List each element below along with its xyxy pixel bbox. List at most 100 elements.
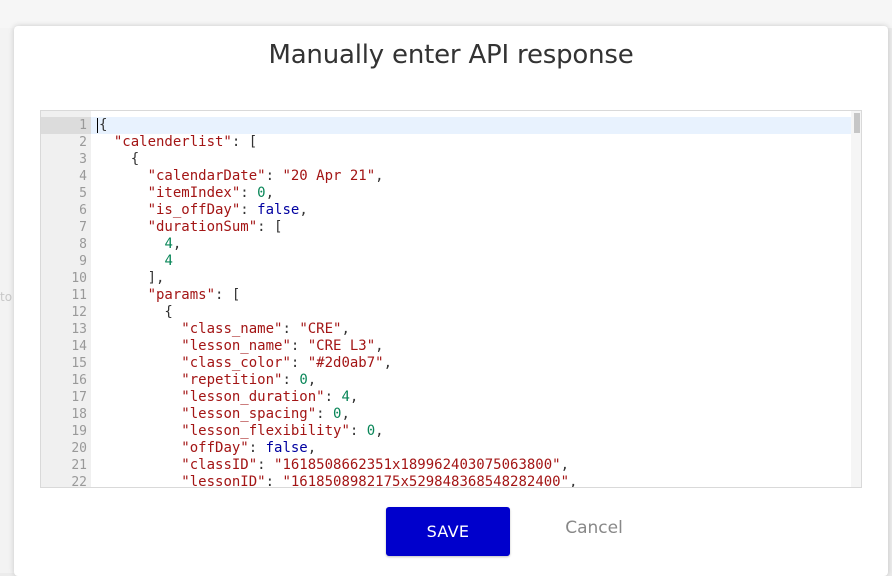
code-line[interactable]: 14 "lesson_name": "CRE L3", xyxy=(41,338,853,355)
code-line[interactable]: 8 4, xyxy=(41,236,853,253)
line-number: 8 xyxy=(79,237,87,252)
code-token: 0 xyxy=(299,372,308,388)
code-token: 0 xyxy=(257,185,266,201)
cancel-button[interactable]: Cancel xyxy=(546,513,642,543)
code-token: ], xyxy=(97,270,165,286)
code-token: "repetition" xyxy=(181,372,283,388)
code-token: "classID" xyxy=(181,457,258,473)
code-token: , xyxy=(560,457,570,473)
code-line[interactable]: 4 "calendarDate": "20 Apr 21", xyxy=(41,168,853,185)
code-token: : xyxy=(240,185,258,201)
save-button[interactable]: SAVE xyxy=(386,507,510,556)
code-line[interactable]: 17 "lesson_duration": 4, xyxy=(41,389,853,406)
code-line[interactable]: 6 "is_offDay": false, xyxy=(41,202,853,219)
line-number: 6 xyxy=(79,203,87,218)
line-number: 7 xyxy=(79,220,87,235)
code-token: "#2d0ab7" xyxy=(307,355,384,371)
code-text: "lessonID": "1618508982175x5298483685482… xyxy=(97,474,578,488)
code-token: "class_name" xyxy=(181,321,283,337)
code-token: "is_offDay" xyxy=(147,202,241,218)
line-number: 19 xyxy=(71,424,87,439)
code-token: "offDay" xyxy=(181,440,249,456)
code-line[interactable]: 18 "lesson_spacing": 0, xyxy=(41,406,853,423)
code-line[interactable]: 19 "lesson_flexibility": 0, xyxy=(41,423,853,440)
code-token: "calenderlist" xyxy=(113,134,232,150)
code-line[interactable]: 10 ], xyxy=(41,270,853,287)
code-token: "lesson_duration" xyxy=(181,389,325,405)
code-token: : [ xyxy=(215,287,241,303)
code-token: 4 xyxy=(164,236,173,252)
dialog-title: Manually enter API response xyxy=(268,40,634,70)
editor-scrollbar[interactable] xyxy=(851,111,861,487)
code-line[interactable]: 12 { xyxy=(41,304,853,321)
background-toolbar xyxy=(0,0,892,28)
code-token: "params" xyxy=(147,287,216,303)
code-text: "is_offDay": false, xyxy=(97,202,308,219)
code-line[interactable]: 13 "class_name": "CRE", xyxy=(41,321,853,338)
line-number: 1 xyxy=(79,118,87,133)
code-token: "CRE" xyxy=(299,321,342,337)
code-line[interactable]: 22 "lessonID": "1618508982175x5298483685… xyxy=(41,474,853,488)
line-number: 15 xyxy=(71,356,87,371)
line-number: 17 xyxy=(71,390,87,405)
code-token: : xyxy=(257,457,275,473)
code-line[interactable]: 5 "itemIndex": 0, xyxy=(41,185,853,202)
scrollbar-thumb[interactable] xyxy=(854,113,860,133)
code-token: : xyxy=(349,423,367,439)
code-token: "lesson_name" xyxy=(181,338,291,354)
line-number: 11 xyxy=(71,288,87,303)
code-token: { xyxy=(99,117,108,133)
background-panel: to xyxy=(0,28,14,573)
code-text: "class_color": "#2d0ab7", xyxy=(97,355,392,372)
code-token: "durationSum" xyxy=(147,219,258,235)
code-line[interactable]: 15 "class_color": "#2d0ab7", xyxy=(41,355,853,372)
code-token: { xyxy=(97,304,173,320)
code-token: "CRE L3" xyxy=(307,338,376,354)
code-line[interactable]: 20 "offDay": false, xyxy=(41,440,853,457)
line-number: 2 xyxy=(79,135,87,150)
code-token: false xyxy=(265,440,308,456)
code-token: , xyxy=(307,372,317,388)
code-line[interactable]: 9 4 xyxy=(41,253,853,270)
code-line[interactable]: 2 "calenderlist": [ xyxy=(41,134,853,151)
line-number: 10 xyxy=(71,271,87,286)
code-token: : xyxy=(316,406,334,422)
code-token: 0 xyxy=(366,423,376,439)
code-token: : xyxy=(324,389,342,405)
code-text: "lesson_spacing": 0, xyxy=(97,406,350,423)
code-line[interactable]: 16 "repetition": 0, xyxy=(41,372,853,389)
code-line[interactable]: 3 { xyxy=(41,151,853,168)
json-code-editor[interactable]: 1{2 "calenderlist": [3 {4 "calendarDate"… xyxy=(40,110,862,488)
code-text: 4 xyxy=(97,253,172,270)
code-token: : xyxy=(265,474,283,488)
code-line[interactable]: 1{ xyxy=(41,117,853,134)
text-cursor xyxy=(97,117,98,133)
code-token: false xyxy=(257,202,300,218)
code-token: : xyxy=(282,321,300,337)
code-token: "lesson_flexibility" xyxy=(181,423,350,439)
line-number: 4 xyxy=(79,169,87,184)
code-text: 4, xyxy=(97,236,181,253)
code-line[interactable]: 11 "params": [ xyxy=(41,287,853,304)
line-number: 16 xyxy=(71,373,87,388)
code-text: "itemIndex": 0, xyxy=(97,185,274,202)
code-token: , xyxy=(349,389,359,405)
code-text: "lesson_flexibility": 0, xyxy=(97,423,383,440)
line-number: 14 xyxy=(71,339,87,354)
code-line[interactable]: 21 "classID": "1618508662351x18996240307… xyxy=(41,457,853,474)
line-number: 12 xyxy=(71,305,87,320)
code-text: "offDay": false, xyxy=(97,440,316,457)
code-token: , xyxy=(569,474,578,488)
code-line[interactable]: 7 "durationSum": [ xyxy=(41,219,853,236)
code-lines[interactable]: 1{2 "calenderlist": [3 {4 "calendarDate"… xyxy=(41,117,853,488)
line-number: 21 xyxy=(71,458,87,473)
